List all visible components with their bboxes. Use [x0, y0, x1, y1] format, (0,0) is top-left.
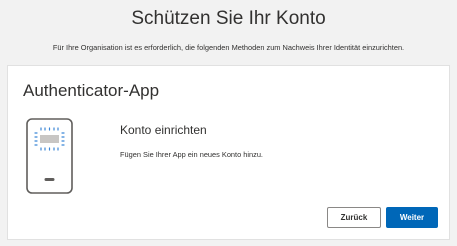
step-heading: Konto einrichten [120, 123, 207, 137]
phone-qr-scan-icon [25, 117, 74, 195]
page-subtitle: Für Ihre Organisation ist es erforderlic… [52, 43, 405, 52]
next-button[interactable]: Weiter [386, 207, 438, 228]
method-title: Authenticator-App [23, 81, 160, 100]
setup-card: Authenticator-App Konto einrichten Fügen… [7, 65, 450, 240]
page-title: Schützen Sie Ihr Konto [131, 8, 326, 29]
step-description: Fügen Sie Ihrer App ein neues Konto hinz… [120, 150, 263, 159]
back-button[interactable]: Zurück [327, 207, 381, 228]
